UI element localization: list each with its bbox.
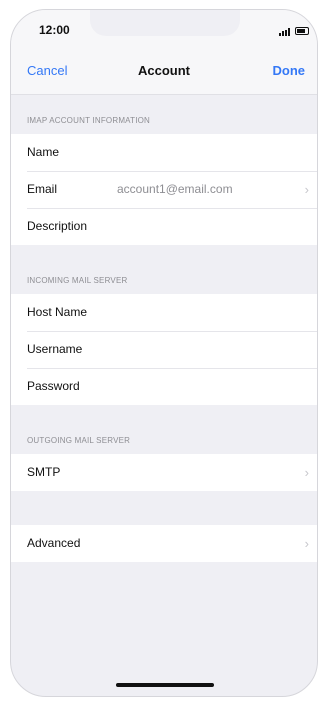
- status-bar: 12:00: [11, 10, 317, 50]
- username-row[interactable]: Username: [11, 331, 317, 368]
- password-label: Password: [27, 379, 80, 393]
- home-indicator[interactable]: [116, 683, 214, 687]
- section-header-imap-account-information: IMAP ACCOUNT INFORMATION: [27, 116, 151, 125]
- chevron-right-icon: ›: [304, 536, 309, 551]
- username-label: Username: [27, 342, 83, 356]
- imap-account-group: Name Email account1@email.com › Descript…: [11, 134, 317, 245]
- name-label: Name: [27, 145, 60, 159]
- host-name-label: Host Name: [27, 305, 88, 319]
- email-label: Email: [27, 182, 58, 196]
- section-header-outgoing-mail-server: OUTGOING MAIL SERVER: [27, 436, 131, 445]
- done-button[interactable]: Done: [273, 63, 306, 78]
- battery-icon: [295, 27, 309, 35]
- name-row[interactable]: Name: [11, 134, 317, 171]
- smtp-label: SMTP: [27, 465, 61, 479]
- chevron-right-icon: ›: [304, 182, 309, 197]
- description-row[interactable]: Description: [11, 208, 317, 245]
- password-row[interactable]: Password: [11, 368, 317, 405]
- status-time: 12:00: [39, 23, 70, 37]
- host-name-row[interactable]: Host Name: [11, 294, 317, 331]
- notch: [90, 10, 240, 36]
- email-row[interactable]: Email account1@email.com ›: [11, 171, 317, 208]
- phone-frame: 12:00 Cancel Account Done IMAP ACCOUNT I…: [10, 9, 318, 697]
- cellular-signal-icon: [279, 28, 293, 36]
- advanced-group: Advanced ›: [11, 525, 317, 562]
- section-header-incoming-mail-server: INCOMING MAIL SERVER: [27, 276, 128, 285]
- outgoing-mail-server-group: SMTP ›: [11, 454, 317, 491]
- smtp-row[interactable]: SMTP ›: [11, 454, 317, 491]
- page-title: Account: [138, 63, 190, 78]
- navigation-bar: Cancel Account Done: [11, 50, 317, 95]
- advanced-row[interactable]: Advanced ›: [11, 525, 317, 562]
- email-value: account1@email.com: [117, 182, 233, 196]
- description-label: Description: [27, 219, 88, 233]
- chevron-right-icon: ›: [304, 465, 309, 480]
- incoming-mail-server-group: Host Name Username Password: [11, 294, 317, 405]
- advanced-label: Advanced: [27, 536, 81, 550]
